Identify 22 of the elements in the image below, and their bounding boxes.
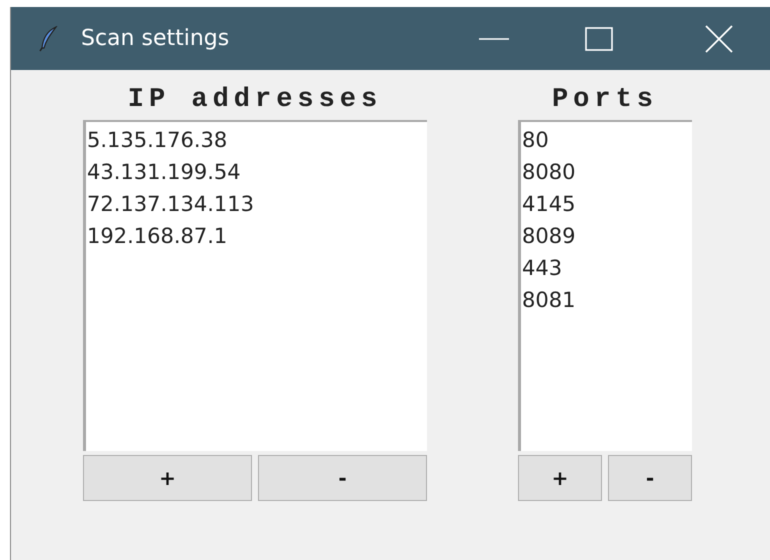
- list-item[interactable]: 43.131.199.54: [87, 156, 241, 188]
- list-box[interactable]: 5.135.176.38 43.131.199.54 72.137.134.113 192.168.87.1: [83, 120, 427, 451]
- list-item[interactable]: 8089: [522, 220, 576, 252]
- add-button[interactable]: +: [518, 455, 602, 501]
- maximize-icon[interactable]: [585, 26, 613, 50]
- list-item[interactable]: 4145: [522, 188, 576, 220]
- feather-icon: [39, 26, 59, 52]
- list-item[interactable]: 8081: [522, 284, 576, 316]
- list-label: Ports: [552, 84, 658, 117]
- list-item[interactable]: 5.135.176.38: [87, 124, 228, 156]
- list-item[interactable]: 8080: [522, 156, 576, 188]
- list-item[interactable]: 80: [522, 124, 549, 156]
- window-title: Scan settings: [81, 26, 230, 51]
- list-label: IP addresses: [128, 84, 382, 117]
- close-icon[interactable]: [704, 24, 734, 54]
- remove-button[interactable]: -: [258, 455, 427, 501]
- list-item[interactable]: 72.137.134.113: [87, 188, 254, 220]
- remove-button[interactable]: -: [608, 455, 692, 501]
- add-button[interactable]: +: [83, 455, 252, 501]
- list-box[interactable]: 80 8080 4145 8089 443 8081: [518, 120, 692, 451]
- list-item[interactable]: 443: [522, 252, 562, 284]
- list-item[interactable]: 192.168.87.1: [87, 220, 228, 252]
